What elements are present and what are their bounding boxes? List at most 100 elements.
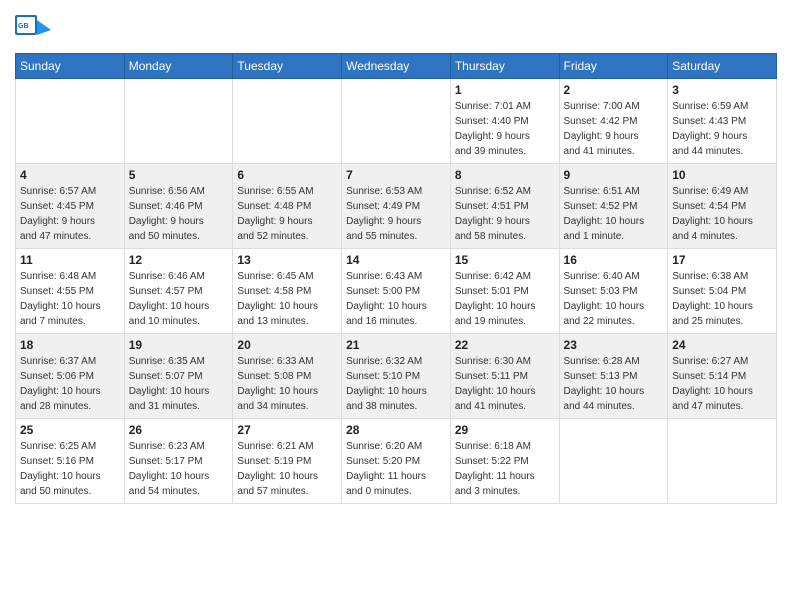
logo-icon: GB [15, 15, 51, 45]
weekday-header-wednesday: Wednesday [342, 54, 451, 79]
day-info: Sunrise: 6:59 AM Sunset: 4:43 PM Dayligh… [672, 99, 772, 159]
day-number: 18 [20, 338, 120, 352]
day-number: 11 [20, 253, 120, 267]
calendar-cell: 13Sunrise: 6:45 AM Sunset: 4:58 PM Dayli… [233, 249, 342, 334]
calendar-cell: 26Sunrise: 6:23 AM Sunset: 5:17 PM Dayli… [124, 419, 233, 504]
day-info: Sunrise: 6:51 AM Sunset: 4:52 PM Dayligh… [564, 184, 664, 244]
calendar-table: SundayMondayTuesdayWednesdayThursdayFrid… [15, 53, 777, 504]
calendar-cell: 15 Sunrise: 6:42 AM Sunset: 5:01 PM Dayli… [450, 249, 559, 334]
day-number: 24 [672, 338, 772, 352]
calendar-cell: 28 Sunrise: 6:20 AM Sunset: 5:20 PM Dayli… [342, 419, 451, 504]
day-info: Sunrise: 6:23 AM Sunset: 5:17 PM Dayligh… [129, 439, 229, 499]
day-info: Sunrise: 6:21 AM Sunset: 5:19 PM Dayligh… [237, 439, 337, 499]
calendar-cell: 29 Sunrise: 6:18 AM Sunset: 5:22 PM Dayli… [450, 419, 559, 504]
day-info: Sunrise: 6:56 AM Sunset: 4:46 PM Dayligh… [129, 184, 229, 244]
day-info: Sunrise: 7:00 AM Sunset: 4:42 PM Dayligh… [564, 99, 664, 159]
calendar-cell: 14 Sunrise: 6:43 AM Sunset: 5:00 PM Dayli… [342, 249, 451, 334]
calendar-cell: 21 Sunrise: 6:32 AM Sunset: 5:10 PM Dayli… [342, 334, 451, 419]
weekday-header-thursday: Thursday [450, 54, 559, 79]
calendar-cell [668, 419, 777, 504]
svg-text:GB: GB [18, 23, 29, 30]
week-row-2: 11 Sunrise: 6:48 AM Sunset: 4:55 PM Dayli… [16, 249, 777, 334]
calendar-cell: 20 Sunrise: 6:33 AM Sunset: 5:08 PM Dayli… [233, 334, 342, 419]
weekday-header-tuesday: Tuesday [233, 54, 342, 79]
day-number: 4 [20, 168, 120, 182]
calendar-cell [233, 79, 342, 164]
day-info: Sunrise: 6:46 AM Sunset: 4:57 PM Dayligh… [129, 269, 229, 329]
day-number: 10 [672, 168, 772, 182]
day-number: 21 [346, 338, 446, 352]
day-number: 17 [672, 253, 772, 267]
day-number: 29 [455, 423, 555, 437]
calendar-cell: 25 Sunrise: 6:25 AM Sunset: 5:16 PM Dayli… [16, 419, 125, 504]
day-number: 19 [129, 338, 229, 352]
day-info: Sunrise: 6:43 AM Sunset: 5:00 PM Dayligh… [346, 269, 446, 329]
day-info: Sunrise: 6:30 AM Sunset: 5:11 PM Dayligh… [455, 354, 555, 414]
day-info: Sunrise: 6:38 AM Sunset: 5:04 PM Dayligh… [672, 269, 772, 329]
calendar-cell: 4Sunrise: 6:57 AM Sunset: 4:45 PM Daylig… [16, 164, 125, 249]
day-number: 5 [129, 168, 229, 182]
day-number: 22 [455, 338, 555, 352]
day-info: Sunrise: 6:42 AM Sunset: 5:01 PM Dayligh… [455, 269, 555, 329]
day-number: 14 [346, 253, 446, 267]
header: GB [15, 10, 777, 45]
calendar-cell: 23Sunrise: 6:28 AM Sunset: 5:13 PM Dayli… [559, 334, 668, 419]
calendar-cell: 2 Sunrise: 7:00 AM Sunset: 4:42 PM Daylig… [559, 79, 668, 164]
day-number: 15 [455, 253, 555, 267]
day-info: Sunrise: 6:20 AM Sunset: 5:20 PM Dayligh… [346, 439, 446, 499]
calendar-cell: 17 Sunrise: 6:38 AM Sunset: 5:04 PM Dayli… [668, 249, 777, 334]
day-number: 12 [129, 253, 229, 267]
calendar-cell: 7Sunrise: 6:53 AM Sunset: 4:49 PM Daylig… [342, 164, 451, 249]
day-number: 6 [237, 168, 337, 182]
day-info: Sunrise: 6:48 AM Sunset: 4:55 PM Dayligh… [20, 269, 120, 329]
weekday-header-sunday: Sunday [16, 54, 125, 79]
calendar-cell: 5 Sunrise: 6:56 AM Sunset: 4:46 PM Daylig… [124, 164, 233, 249]
day-info: Sunrise: 6:49 AM Sunset: 4:54 PM Dayligh… [672, 184, 772, 244]
calendar-cell [342, 79, 451, 164]
calendar-cell [124, 79, 233, 164]
calendar-cell: 11 Sunrise: 6:48 AM Sunset: 4:55 PM Dayli… [16, 249, 125, 334]
day-number: 13 [237, 253, 337, 267]
day-info: Sunrise: 6:53 AM Sunset: 4:49 PM Dayligh… [346, 184, 446, 244]
calendar-cell: 10 Sunrise: 6:49 AM Sunset: 4:54 PM Dayli… [668, 164, 777, 249]
weekday-header-friday: Friday [559, 54, 668, 79]
weekday-header-monday: Monday [124, 54, 233, 79]
day-number: 8 [455, 168, 555, 182]
calendar-cell [559, 419, 668, 504]
calendar-cell: 1 Sunrise: 7:01 AM Sunset: 4:40 PM Daylig… [450, 79, 559, 164]
day-number: 27 [237, 423, 337, 437]
day-number: 3 [672, 83, 772, 97]
day-info: Sunrise: 7:01 AM Sunset: 4:40 PM Dayligh… [455, 99, 555, 159]
day-number: 1 [455, 83, 555, 97]
calendar-cell: 9Sunrise: 6:51 AM Sunset: 4:52 PM Daylig… [559, 164, 668, 249]
calendar-cell: 16Sunrise: 6:40 AM Sunset: 5:03 PM Dayli… [559, 249, 668, 334]
day-number: 25 [20, 423, 120, 437]
day-number: 16 [564, 253, 664, 267]
calendar-cell: 27 Sunrise: 6:21 AM Sunset: 5:19 PM Dayli… [233, 419, 342, 504]
day-number: 28 [346, 423, 446, 437]
day-info: Sunrise: 6:18 AM Sunset: 5:22 PM Dayligh… [455, 439, 555, 499]
week-row-3: 18 Sunrise: 6:37 AM Sunset: 5:06 PM Dayli… [16, 334, 777, 419]
day-info: Sunrise: 6:25 AM Sunset: 5:16 PM Dayligh… [20, 439, 120, 499]
week-row-0: 1 Sunrise: 7:01 AM Sunset: 4:40 PM Daylig… [16, 79, 777, 164]
day-info: Sunrise: 6:37 AM Sunset: 5:06 PM Dayligh… [20, 354, 120, 414]
calendar-cell: 18 Sunrise: 6:37 AM Sunset: 5:06 PM Dayli… [16, 334, 125, 419]
logo: GB [15, 15, 53, 45]
weekday-header-saturday: Saturday [668, 54, 777, 79]
calendar-cell: 3 Sunrise: 6:59 AM Sunset: 4:43 PM Daylig… [668, 79, 777, 164]
calendar-body: 1 Sunrise: 7:01 AM Sunset: 4:40 PM Daylig… [16, 79, 777, 504]
day-number: 20 [237, 338, 337, 352]
day-info: Sunrise: 6:35 AM Sunset: 5:07 PM Dayligh… [129, 354, 229, 414]
week-row-4: 25 Sunrise: 6:25 AM Sunset: 5:16 PM Dayli… [16, 419, 777, 504]
day-info: Sunrise: 6:33 AM Sunset: 5:08 PM Dayligh… [237, 354, 337, 414]
weekday-header-row: SundayMondayTuesdayWednesdayThursdayFrid… [16, 54, 777, 79]
calendar-cell: 24 Sunrise: 6:27 AM Sunset: 5:14 PM Dayli… [668, 334, 777, 419]
calendar-cell: 8Sunrise: 6:52 AM Sunset: 4:51 PM Daylig… [450, 164, 559, 249]
day-info: Sunrise: 6:28 AM Sunset: 5:13 PM Dayligh… [564, 354, 664, 414]
calendar-cell: 22 Sunrise: 6:30 AM Sunset: 5:11 PM Dayli… [450, 334, 559, 419]
calendar-header: SundayMondayTuesdayWednesdayThursdayFrid… [16, 54, 777, 79]
day-info: Sunrise: 6:32 AM Sunset: 5:10 PM Dayligh… [346, 354, 446, 414]
day-number: 2 [564, 83, 664, 97]
day-info: Sunrise: 6:27 AM Sunset: 5:14 PM Dayligh… [672, 354, 772, 414]
week-row-1: 4Sunrise: 6:57 AM Sunset: 4:45 PM Daylig… [16, 164, 777, 249]
